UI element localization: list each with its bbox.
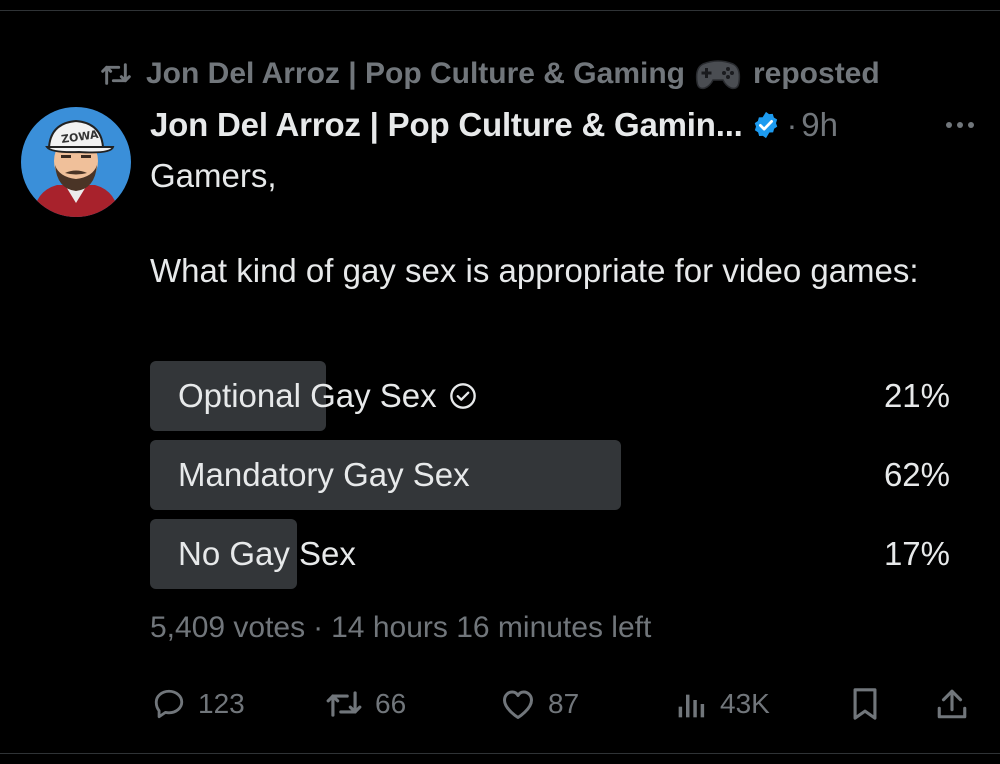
repost-action-label: reposted: [753, 57, 880, 90]
bottom-divider: [0, 753, 1000, 754]
repost-icon: [325, 688, 363, 720]
bookmark-button[interactable]: [850, 682, 892, 726]
reply-count: 123: [198, 688, 245, 719]
separator-dot: ·: [313, 611, 324, 644]
poll-option-text: Mandatory Gay Sex: [178, 456, 470, 493]
post-text-greeting: Gamers,: [150, 157, 277, 194]
reply-button[interactable]: 123: [152, 682, 245, 726]
poll-option-label: No Gay Sex: [178, 519, 356, 589]
poll-option: Optional Gay Sex 21%: [150, 361, 950, 431]
poll-option-text: No Gay Sex: [178, 535, 356, 572]
poll-option-percent: 21%: [883, 377, 950, 414]
top-divider: [0, 10, 1000, 11]
bar-chart-icon: [676, 688, 708, 720]
post-text-question: What kind of gay sex is appropriate for …: [150, 252, 919, 289]
separator-dot: ·: [786, 106, 798, 143]
poll-option-percent: 17%: [883, 535, 950, 572]
repost-count: 66: [375, 688, 407, 719]
share-button[interactable]: [935, 682, 981, 726]
reply-icon: [152, 687, 186, 721]
poll-time-left: 14 hours 16 minutes left: [331, 611, 652, 644]
post-author-line: Jon Del Arroz | Pop Culture & Gamin... ·…: [150, 103, 838, 147]
poll-option-label: Mandatory Gay Sex: [178, 440, 470, 510]
views-button[interactable]: 43K: [676, 682, 770, 726]
verified-badge-icon: [751, 110, 781, 140]
poll-meta: 5,409 votes · 14 hours 16 minutes left: [150, 608, 651, 648]
poll-option: Mandatory Gay Sex 62%: [150, 440, 950, 510]
author-name[interactable]: Jon Del Arroz | Pop Culture & Gamin...: [150, 106, 743, 144]
poll-option-percent: 62%: [883, 456, 950, 493]
voted-check-icon: [449, 382, 477, 410]
bookmark-icon: [850, 687, 880, 721]
more-dots-icon: [946, 122, 974, 128]
heart-icon: [500, 687, 536, 721]
avatar[interactable]: ZOWA: [21, 107, 131, 217]
repost-icon: [100, 60, 132, 88]
poll-option: No Gay Sex 17%: [150, 519, 950, 589]
poll-option-label: Optional Gay Sex: [178, 361, 477, 431]
share-icon: [935, 687, 969, 721]
more-options-button[interactable]: [940, 110, 980, 140]
repost-button[interactable]: 66: [325, 682, 406, 726]
repost-header: Jon Del Arroz | Pop Culture & Gaming rep…: [100, 54, 880, 94]
poll-option-text: Optional Gay Sex: [178, 377, 437, 414]
like-count: 87: [548, 688, 580, 719]
post-timestamp[interactable]: 9h: [801, 106, 838, 144]
gamepad-icon: [695, 54, 741, 94]
like-button[interactable]: 87: [500, 682, 579, 726]
repost-account-name[interactable]: Jon Del Arroz | Pop Culture & Gaming: [146, 57, 685, 91]
view-count: 43K: [720, 688, 770, 719]
poll-vote-count: 5,409 votes: [150, 611, 306, 644]
